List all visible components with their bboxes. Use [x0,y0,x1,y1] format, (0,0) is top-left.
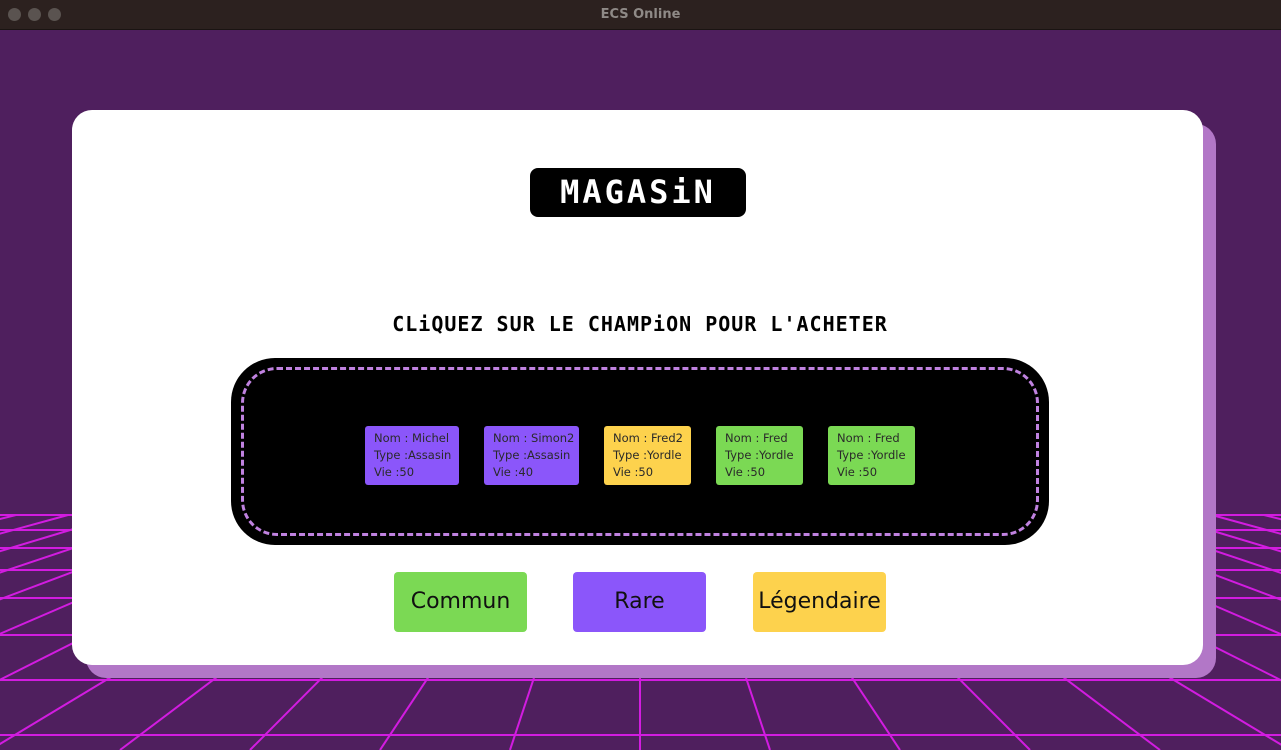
champion-card[interactable]: Nom : Fred Type :Yordle Vie :50 [828,426,915,485]
champion-hp: Vie :50 [613,465,654,479]
champion-card[interactable]: Nom : Fred2 Type :Yordle Vie :50 [604,426,691,485]
champion-type: Type :Yordle [613,448,682,462]
champion-name: Nom : Fred2 [613,431,683,445]
champion-hp: Vie :50 [837,465,878,479]
window-title: ECS Online [600,7,681,22]
window-titlebar: ECS Online [0,0,1281,30]
champion-name: Nom : Fred [725,431,788,445]
common-filter-button[interactable]: Commun [394,572,527,632]
champion-name: Nom : Michel [374,431,450,445]
champion-name: Nom : Fred [837,431,900,445]
champion-type: Type :Assasin [374,448,452,462]
grid-line [0,514,69,535]
champion-hp: Vie :50 [725,465,766,479]
shop-instruction: CLiQUEZ SUR LE CHAMPiON POUR L'ACHETER [392,312,888,336]
shop-title: MAGASiN [530,168,746,217]
grid-line [1211,514,1281,535]
champion-hp: Vie :50 [374,465,415,479]
champion-type: Type :Yordle [837,448,906,462]
champion-card[interactable]: Nom : Fred Type :Yordle Vie :50 [716,426,803,485]
champion-type: Type :Yordle [725,448,794,462]
champion-hp: Vie :40 [493,465,534,479]
champion-card[interactable]: Nom : Michel Type :Assasin Vie :50 [365,426,459,485]
champion-type: Type :Assasin [493,448,571,462]
legendary-filter-button[interactable]: Légendaire [753,572,886,632]
rare-filter-button[interactable]: Rare [573,572,706,632]
champion-card[interactable]: Nom : Simon2 Type :Assasin Vie :40 [484,426,579,485]
champion-name: Nom : Simon2 [493,431,575,445]
